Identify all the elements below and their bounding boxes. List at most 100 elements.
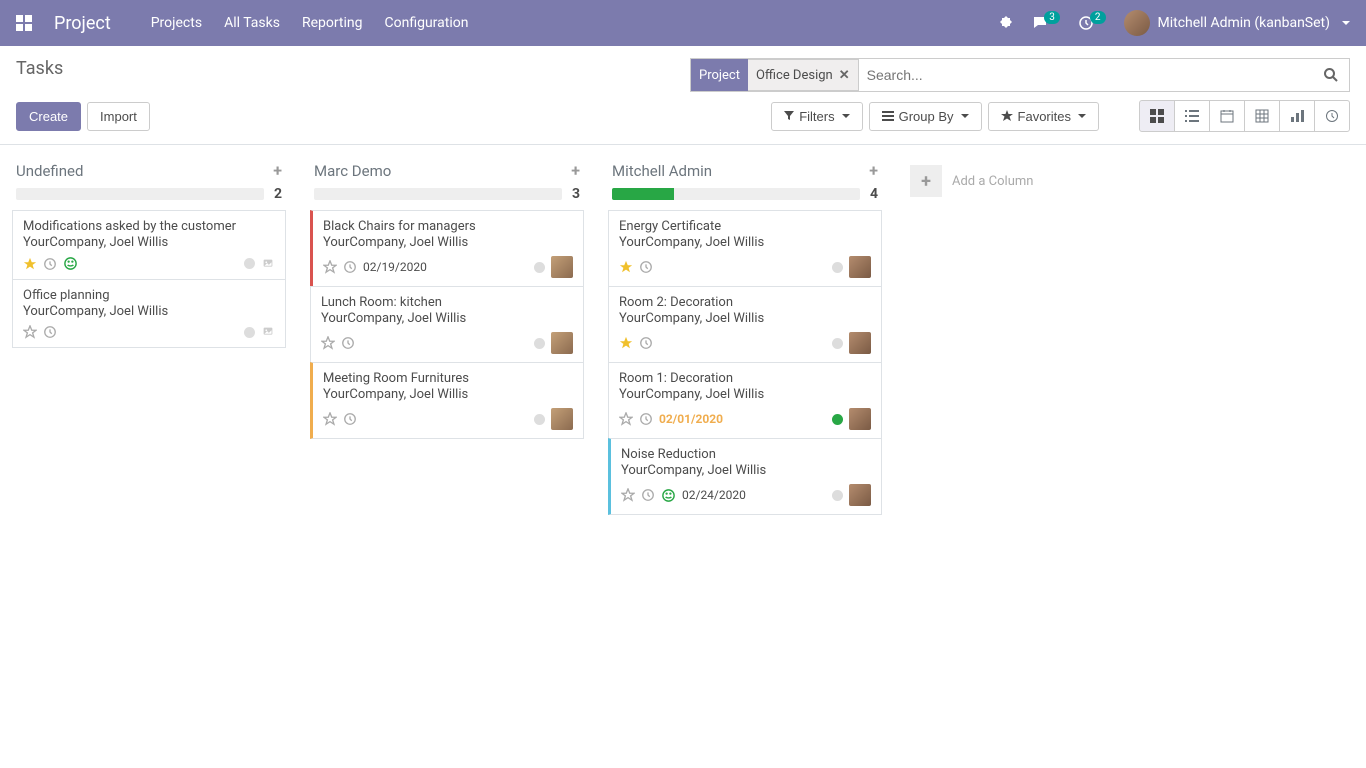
column-title[interactable]: Marc Demo: [314, 162, 571, 180]
clock-icon[interactable]: [641, 488, 655, 502]
card-title: Energy Certificate: [619, 219, 871, 234]
nav-projects[interactable]: Projects: [151, 15, 202, 31]
star-icon[interactable]: [619, 260, 633, 274]
star-icon[interactable]: [323, 412, 337, 426]
progress-bar[interactable]: [16, 188, 264, 200]
clock-icon[interactable]: [639, 412, 653, 426]
create-button[interactable]: Create: [16, 102, 81, 131]
smile-icon: [661, 488, 676, 503]
apps-icon[interactable]: [16, 15, 32, 31]
clock-icon[interactable]: [43, 325, 57, 339]
kanban-state-dot[interactable]: [832, 262, 843, 273]
card-subtitle: YourCompany, Joel Willis: [619, 311, 871, 326]
assignee-avatar-icon[interactable]: [551, 332, 573, 354]
kanban-state-dot[interactable]: [832, 490, 843, 501]
filters-dropdown[interactable]: Filters: [771, 102, 862, 131]
smile-icon: [63, 256, 78, 271]
star-icon[interactable]: [619, 336, 633, 350]
search-bar: Project Office Design ✕: [690, 58, 1350, 92]
clock-icon[interactable]: [343, 260, 357, 274]
clock-icon[interactable]: [639, 260, 653, 274]
star-icon[interactable]: [621, 488, 635, 502]
view-switcher: [1139, 100, 1350, 132]
task-card[interactable]: Room 1: Decoration YourCompany, Joel Wil…: [608, 362, 882, 439]
search-icon[interactable]: [1313, 67, 1349, 83]
task-card[interactable]: Lunch Room: kitchen YourCompany, Joel Wi…: [310, 286, 584, 363]
task-card[interactable]: Black Chairs for managers YourCompany, J…: [310, 210, 584, 287]
groupby-dropdown[interactable]: Group By: [869, 102, 982, 131]
column-title[interactable]: Undefined: [16, 162, 273, 180]
column-title[interactable]: Mitchell Admin: [612, 162, 869, 180]
clock-icon[interactable]: [639, 336, 653, 350]
chevron-down-icon: [1078, 114, 1086, 118]
nav-reporting[interactable]: Reporting: [302, 15, 363, 31]
view-activity[interactable]: [1315, 101, 1349, 131]
clock-icon[interactable]: [343, 412, 357, 426]
filter-icon: [784, 111, 794, 121]
app-brand[interactable]: Project: [54, 13, 111, 34]
card-subtitle: YourCompany, Joel Willis: [621, 463, 871, 478]
kanban-state-dot[interactable]: [534, 262, 545, 273]
star-icon[interactable]: [323, 260, 337, 274]
star-icon[interactable]: [619, 412, 633, 426]
quick-create-icon[interactable]: +: [571, 161, 580, 180]
progress-bar[interactable]: [314, 188, 562, 200]
column-header: Undefined +: [8, 157, 290, 184]
nav-all-tasks[interactable]: All Tasks: [224, 15, 280, 31]
view-kanban[interactable]: [1140, 101, 1175, 131]
assignee-avatar-icon[interactable]: [849, 256, 871, 278]
topbar-right: 3 2 Mitchell Admin (kanbanSet): [998, 10, 1350, 36]
quick-create-icon[interactable]: +: [273, 161, 282, 180]
clock-icon[interactable]: [43, 257, 57, 271]
debug-icon[interactable]: [998, 15, 1014, 31]
task-card[interactable]: Noise Reduction YourCompany, Joel Willis…: [608, 438, 882, 515]
card-subtitle: YourCompany, Joel Willis: [619, 235, 871, 250]
card-subtitle: YourCompany, Joel Willis: [23, 235, 275, 250]
card-footer: [619, 256, 871, 278]
add-column-label[interactable]: Add a Column: [952, 174, 1033, 189]
column-count: 2: [274, 186, 282, 202]
kanban-state-dot[interactable]: [244, 258, 255, 269]
assignee-avatar-icon[interactable]: [551, 408, 573, 430]
add-column-button[interactable]: +: [910, 165, 942, 197]
view-calendar[interactable]: [1210, 101, 1245, 131]
kanban-state-dot[interactable]: [534, 414, 545, 425]
task-card[interactable]: Office planning YourCompany, Joel Willis: [12, 279, 286, 348]
task-card[interactable]: Meeting Room Furnitures YourCompany, Joe…: [310, 362, 584, 439]
kanban-state-dot[interactable]: [832, 338, 843, 349]
user-menu[interactable]: Mitchell Admin (kanbanSet): [1124, 10, 1351, 36]
column-count: 4: [870, 186, 878, 202]
task-card[interactable]: Room 2: Decoration YourCompany, Joel Wil…: [608, 286, 882, 363]
progress-bar[interactable]: [612, 188, 860, 200]
star-icon[interactable]: [321, 336, 335, 350]
clock-icon[interactable]: [341, 336, 355, 350]
favorites-dropdown[interactable]: Favorites: [988, 102, 1099, 131]
kanban-state-dot[interactable]: [244, 327, 255, 338]
view-graph[interactable]: [1280, 101, 1315, 131]
quick-create-icon[interactable]: +: [869, 161, 878, 180]
assignee-avatar-icon[interactable]: [849, 484, 871, 506]
task-card[interactable]: Energy Certificate YourCompany, Joel Wil…: [608, 210, 882, 287]
assignee-avatar-icon[interactable]: [551, 256, 573, 278]
import-button[interactable]: Import: [87, 102, 150, 131]
messages-badge: 3: [1044, 11, 1060, 24]
messages-icon[interactable]: 3: [1032, 15, 1060, 31]
view-list[interactable]: [1175, 101, 1210, 131]
assignee-avatar-icon[interactable]: [849, 332, 871, 354]
nav-configuration[interactable]: Configuration: [385, 15, 469, 31]
column-header: Mitchell Admin +: [604, 157, 886, 184]
task-card[interactable]: Modifications asked by the customer Your…: [12, 210, 286, 280]
view-pivot[interactable]: [1245, 101, 1280, 131]
column-header: Marc Demo +: [306, 157, 588, 184]
kanban-state-dot[interactable]: [832, 414, 843, 425]
kanban-state-dot[interactable]: [534, 338, 545, 349]
activities-icon[interactable]: 2: [1078, 15, 1106, 31]
card-footer: [23, 256, 275, 271]
star-icon[interactable]: [23, 325, 37, 339]
star-icon[interactable]: [23, 257, 37, 271]
search-facet: Project Office Design ✕: [691, 59, 859, 91]
search-input[interactable]: [859, 59, 1313, 91]
card-title: Black Chairs for managers: [323, 219, 573, 234]
facet-remove-icon[interactable]: ✕: [839, 68, 850, 83]
assignee-avatar-icon[interactable]: [849, 408, 871, 430]
